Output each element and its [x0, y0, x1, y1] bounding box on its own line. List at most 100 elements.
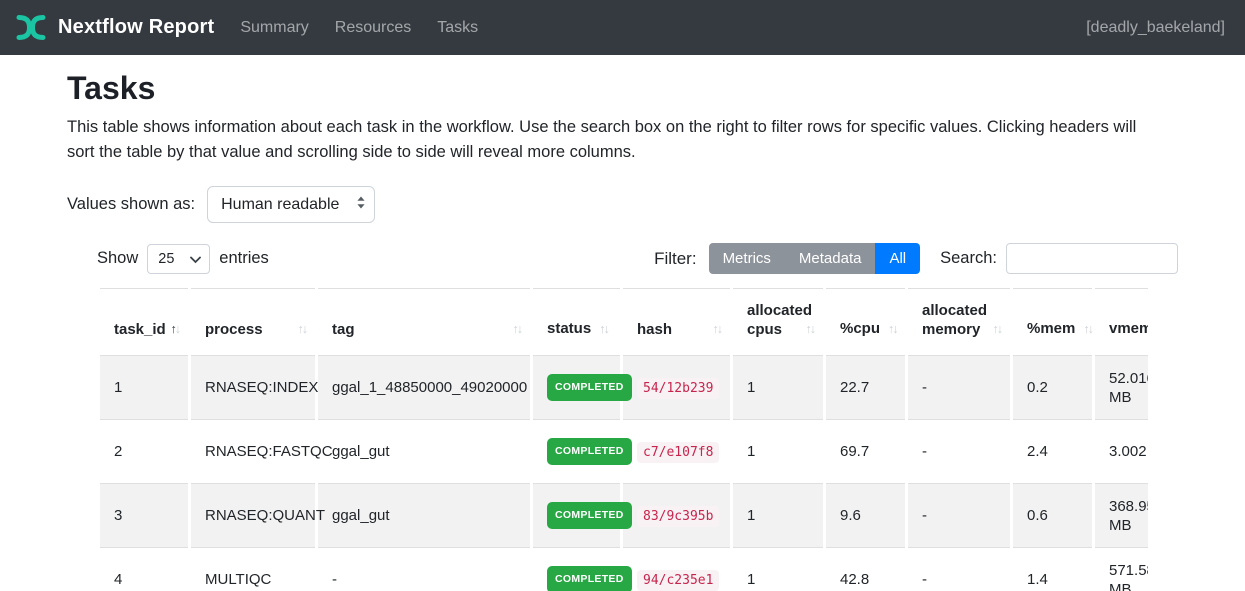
cell-allocated_cpus: 1 — [733, 483, 823, 547]
nav-link-tasks[interactable]: Tasks — [437, 19, 478, 37]
tasks-table-wrapper[interactable]: task_id↑↓process↑↓tag↑↓status↑↓hash↑↓all… — [97, 288, 1148, 591]
status-badge: COMPLETED — [547, 438, 632, 465]
nav-links: Summary Resources Tasks — [240, 19, 478, 37]
values-shown-row: Values shown as: Human readable — [67, 186, 1178, 223]
cell-pct_mem: 2.4 — [1013, 419, 1092, 483]
column-header-allocated_cpus[interactable]: allocated cpus↑↓ — [733, 288, 823, 355]
cell-task_id: 4 — [100, 547, 188, 591]
column-header-hash[interactable]: hash ↑↓ — [623, 288, 730, 355]
hash-code: 94/c235e1 — [637, 570, 719, 591]
column-header-task_id[interactable]: task_id ↑↓ — [100, 288, 188, 355]
brand-title: Nextflow Report — [58, 16, 214, 39]
cell-process: RNASEQ:QUANT — [191, 483, 315, 547]
cell-pct_cpu: 22.7 — [826, 355, 905, 419]
entries-label: entries — [219, 249, 269, 268]
status-badge: COMPLETED — [547, 502, 632, 529]
filter-button-metrics[interactable]: Metrics — [709, 243, 785, 274]
column-label: task_id — [114, 321, 166, 338]
sort-icon: ↑↓ — [1083, 322, 1092, 336]
column-label: hash — [637, 321, 672, 338]
cell-pct_mem: 0.6 — [1013, 483, 1092, 547]
cell-status: COMPLETED — [533, 419, 620, 483]
filter-label: Filter: — [654, 249, 697, 269]
show-label: Show — [97, 249, 138, 268]
tasks-section: Show 25 entries Filter: MetricsMetadataA… — [97, 243, 1178, 591]
page-container: Tasks This table shows information about… — [0, 70, 1245, 591]
table-row: 3RNASEQ:QUANTggal_gutCOMPLETED83/9c395b1… — [100, 483, 1148, 547]
cell-allocated_cpus: 1 — [733, 419, 823, 483]
column-header-status[interactable]: status ↑↓ — [533, 288, 620, 355]
column-header-vmem[interactable]: vmem↑↓ — [1095, 288, 1148, 355]
nav-link-resources[interactable]: Resources — [335, 19, 411, 37]
show-entries-control: Show 25 entries — [97, 244, 269, 274]
run-name: [deadly_baekeland] — [1086, 19, 1225, 37]
cell-process: RNASEQ:FASTQC — [191, 419, 315, 483]
table-row: 2RNASEQ:FASTQCggal_gutCOMPLETEDc7/e107f8… — [100, 419, 1148, 483]
cell-task_id: 1 — [100, 355, 188, 419]
column-header-pct_cpu[interactable]: %cpu↑↓ — [826, 288, 905, 355]
column-label: %mem — [1027, 320, 1075, 337]
cell-vmem: 3.002 — [1095, 419, 1148, 483]
header-row: task_id↑↓process↑↓tag↑↓status↑↓hash↑↓all… — [100, 288, 1148, 355]
sort-icon: ↑↓ — [171, 320, 180, 339]
column-label: status — [547, 320, 591, 337]
sort-icon: ↑↓ — [806, 320, 815, 339]
cell-hash: 94/c235e1 — [623, 547, 730, 591]
table-row: 4MULTIQC-COMPLETED94/c235e1142.8-1.4571.… — [100, 547, 1148, 591]
column-label: vmem — [1109, 320, 1148, 337]
filter-button-group: MetricsMetadataAll — [709, 243, 921, 274]
cell-tag: ggal_gut — [318, 483, 530, 547]
search-input[interactable] — [1006, 243, 1178, 274]
cell-vmem: 571.58 MB — [1095, 547, 1148, 591]
sort-icon: ↑↓ — [513, 320, 522, 339]
column-label: process — [205, 321, 263, 338]
column-header-allocated_memory[interactable]: allocated memory ↑↓ — [908, 288, 1010, 355]
cell-hash: c7/e107f8 — [623, 419, 730, 483]
column-label: allocated cpus — [747, 302, 812, 338]
status-badge: COMPLETED — [547, 374, 632, 401]
hash-code: 83/9c395b — [637, 506, 719, 527]
page-title: Tasks — [67, 70, 1178, 107]
hash-code: c7/e107f8 — [637, 442, 719, 463]
table-row: 1RNASEQ:INDEXggal_1_48850000_49020000COM… — [100, 355, 1148, 419]
search-label: Search: — [940, 249, 997, 268]
cell-pct_cpu: 69.7 — [826, 419, 905, 483]
column-label: allocated memory — [922, 302, 987, 338]
sort-icon: ↑↓ — [298, 320, 307, 339]
cell-tag: ggal_gut — [318, 419, 530, 483]
filter-button-all[interactable]: All — [875, 243, 920, 274]
cell-task_id: 2 — [100, 419, 188, 483]
nav-link-summary[interactable]: Summary — [240, 19, 308, 37]
filter-search-controls: Filter: MetricsMetadataAll Search: — [654, 243, 1178, 274]
brand-link[interactable]: Nextflow Report — [14, 14, 214, 41]
sort-icon: ↑↓ — [993, 320, 1002, 339]
column-header-tag[interactable]: tag↑↓ — [318, 288, 530, 355]
cell-allocated_cpus: 1 — [733, 547, 823, 591]
sort-icon: ↑↓ — [599, 322, 608, 336]
cell-tag: - — [318, 547, 530, 591]
cell-allocated_memory: - — [908, 355, 1010, 419]
cell-vmem: 52.016 MB — [1095, 355, 1148, 419]
cell-status: COMPLETED — [533, 483, 620, 547]
column-header-process[interactable]: process ↑↓ — [191, 288, 315, 355]
values-shown-label: Values shown as: — [67, 195, 195, 214]
table-body: 1RNASEQ:INDEXggal_1_48850000_49020000COM… — [100, 355, 1148, 591]
cell-allocated_memory: - — [908, 483, 1010, 547]
sort-icon: ↑↓ — [888, 322, 897, 336]
cell-hash: 54/12b239 — [623, 355, 730, 419]
cell-pct_cpu: 42.8 — [826, 547, 905, 591]
cell-tag: ggal_1_48850000_49020000 — [318, 355, 530, 419]
cell-allocated_cpus: 1 — [733, 355, 823, 419]
nextflow-logo-icon — [14, 14, 48, 41]
status-badge: COMPLETED — [547, 566, 632, 591]
tasks-table: task_id↑↓process↑↓tag↑↓status↑↓hash↑↓all… — [97, 288, 1148, 591]
cell-pct_mem: 1.4 — [1013, 547, 1092, 591]
filter-button-metadata[interactable]: Metadata — [785, 243, 876, 274]
values-shown-select[interactable]: Human readable — [207, 186, 375, 223]
sort-icon: ↑↓ — [713, 320, 722, 339]
page-length-select[interactable]: 25 — [147, 244, 210, 274]
cell-task_id: 3 — [100, 483, 188, 547]
navbar: Nextflow Report Summary Resources Tasks … — [0, 0, 1245, 55]
column-header-pct_mem[interactable]: %mem ↑↓ — [1013, 288, 1092, 355]
cell-process: RNASEQ:INDEX — [191, 355, 315, 419]
